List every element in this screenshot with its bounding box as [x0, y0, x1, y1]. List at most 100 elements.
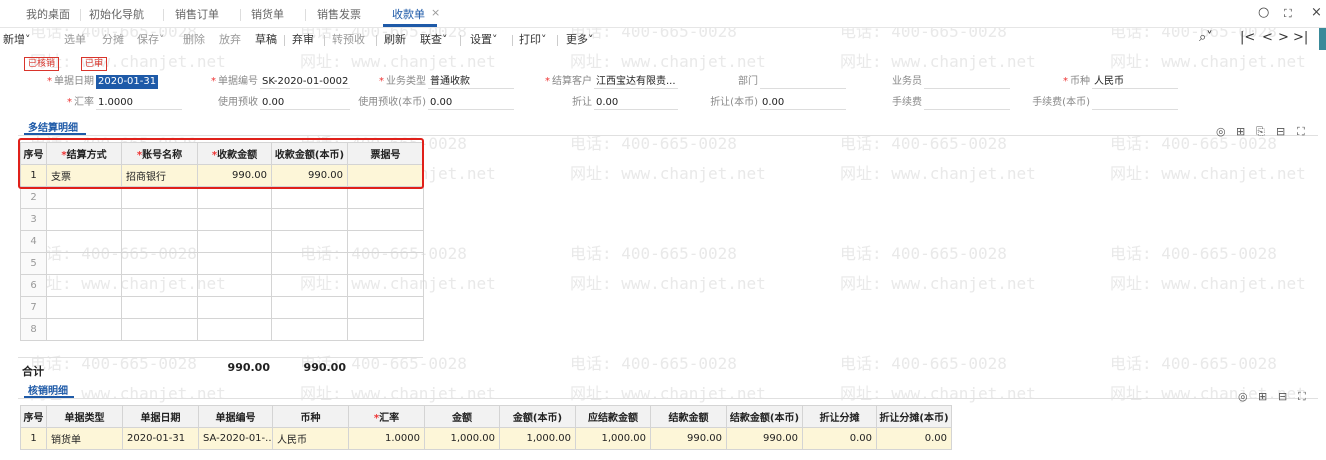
table-row[interactable]: 1 销货单 2020-01-31 SA-2020-01-... 人民币 1.00… — [20, 427, 952, 450]
settings-button[interactable]: 设置˅ — [470, 32, 498, 48]
discard-button[interactable]: 放弃 — [219, 32, 241, 48]
cell[interactable] — [347, 274, 424, 297]
cell[interactable] — [347, 230, 424, 253]
table-row[interactable]: 5 — [20, 252, 424, 275]
cell[interactable] — [197, 252, 272, 275]
cell-settled-local[interactable]: 990.00 — [726, 427, 803, 450]
cell[interactable] — [271, 296, 348, 319]
cell[interactable] — [197, 274, 272, 297]
insert-row-icon[interactable]: ⊞ — [1236, 125, 1245, 138]
cell[interactable] — [347, 318, 424, 341]
cell[interactable] — [197, 208, 272, 231]
cell-doc-no-link[interactable]: SA-2020-01-... — [198, 427, 273, 450]
discount-field[interactable]: 0.00 — [594, 96, 678, 110]
cell[interactable] — [271, 318, 348, 341]
fee-local-field[interactable] — [1092, 96, 1178, 110]
delete-row-icon[interactable]: ⊟ — [1276, 125, 1285, 138]
cell-doc-type[interactable]: 销货单 — [46, 427, 123, 450]
cell[interactable] — [347, 208, 424, 231]
cell[interactable] — [197, 186, 272, 209]
side-panel-handle[interactable] — [1319, 28, 1326, 50]
maximize-icon[interactable]: ⛶ — [1284, 7, 1292, 21]
cell[interactable] — [347, 252, 424, 275]
link-query-button[interactable]: 联查˅ — [420, 32, 448, 48]
last-record-icon[interactable]: >| — [1293, 30, 1308, 45]
discount-local-field[interactable]: 0.00 — [760, 96, 846, 110]
delete-button[interactable]: 删除 — [183, 32, 205, 48]
fullscreen-icon[interactable]: ⛶ — [1297, 125, 1305, 139]
use-advance-field[interactable]: 0.00 — [260, 96, 350, 110]
cell[interactable] — [197, 296, 272, 319]
cell[interactable] — [347, 186, 424, 209]
cell-settled[interactable]: 990.00 — [650, 427, 727, 450]
select-doc-button[interactable]: 选单 — [64, 32, 86, 48]
cell-discount-local[interactable]: 0.00 — [876, 427, 952, 450]
doc-date-field[interactable]: 2020-01-31 — [96, 75, 159, 89]
cell-due[interactable]: 1,000.00 — [575, 427, 651, 450]
customer-field[interactable]: 江西宝达有限责... — [594, 75, 678, 89]
cell[interactable] — [271, 252, 348, 275]
table-row[interactable]: 6 — [20, 274, 424, 297]
more-button[interactable]: 更多˅ — [566, 32, 594, 48]
cell[interactable] — [46, 318, 122, 341]
cell[interactable] — [121, 230, 198, 253]
cell[interactable] — [197, 230, 272, 253]
table-row[interactable]: 2 — [20, 186, 424, 209]
cell[interactable] — [271, 186, 348, 209]
cell[interactable] — [46, 252, 122, 275]
doc-no-field[interactable]: SK-2020-01-0002 — [260, 75, 350, 89]
to-advance-button[interactable]: 转预收 — [332, 32, 365, 48]
cell-currency[interactable]: 人民币 — [272, 427, 349, 450]
tab-sales-invoice[interactable]: 销售发票 — [317, 6, 361, 24]
cell[interactable] — [121, 186, 198, 209]
cell[interactable] — [121, 318, 198, 341]
currency-select[interactable]: 人民币 — [1092, 75, 1178, 89]
cell[interactable] — [271, 230, 348, 253]
cell-discount[interactable]: 0.00 — [802, 427, 877, 450]
cell[interactable] — [46, 230, 122, 253]
tab-desktop[interactable]: 我的桌面 — [26, 6, 70, 24]
use-advance-local-field[interactable]: 0.00 — [428, 96, 514, 110]
cell-amount-local[interactable]: 1,000.00 — [499, 427, 576, 450]
table-row[interactable]: 8 — [20, 318, 424, 341]
table-row[interactable]: 7 — [20, 296, 424, 319]
cell-amount[interactable]: 1,000.00 — [424, 427, 500, 450]
tab-sales-order[interactable]: 销售订单 — [175, 6, 219, 24]
first-record-icon[interactable]: |< — [1240, 30, 1255, 45]
next-record-icon[interactable]: > — [1278, 30, 1289, 45]
copy-row-icon[interactable]: ⎘ — [1256, 125, 1265, 139]
unaudit-button[interactable]: 弃审 — [292, 32, 314, 48]
cell[interactable] — [121, 252, 198, 275]
cell[interactable] — [46, 208, 122, 231]
cell[interactable] — [121, 208, 198, 231]
cell[interactable] — [271, 208, 348, 231]
biz-type-select[interactable]: 普通收款 — [428, 75, 514, 89]
locate-icon[interactable]: ◎ — [1216, 125, 1226, 138]
fullscreen-icon[interactable]: ⛶ — [1298, 390, 1306, 404]
settlement-section-title[interactable]: 多结算明细 — [28, 119, 78, 134]
cell-rate[interactable]: 1.0000 — [348, 427, 425, 450]
tab-init-nav[interactable]: 初始化导航 — [89, 6, 144, 24]
tab-close-icon[interactable]: × — [431, 6, 440, 19]
rate-field[interactable]: 1.0000 — [96, 96, 182, 110]
cell[interactable] — [46, 274, 122, 297]
table-row[interactable]: 3 — [20, 208, 424, 231]
writeoff-section-title[interactable]: 核销明细 — [28, 382, 68, 397]
cell[interactable] — [347, 296, 424, 319]
cell-doc-date[interactable]: 2020-01-31 — [122, 427, 199, 450]
add-button[interactable]: 新增˅ — [3, 32, 31, 48]
save-button[interactable]: 保存˅ — [137, 32, 165, 48]
cell[interactable] — [46, 296, 122, 319]
tab-receipt[interactable]: 收款单 — [392, 6, 425, 24]
refresh-button[interactable]: 刷新 — [384, 32, 406, 48]
print-button[interactable]: 打印˅ — [519, 32, 547, 48]
fee-field[interactable] — [924, 96, 1010, 110]
salesman-field[interactable] — [924, 75, 1010, 89]
table-row[interactable]: 4 — [20, 230, 424, 253]
cell[interactable] — [197, 318, 272, 341]
insert-row-icon[interactable]: ⊞ — [1258, 390, 1267, 403]
cell[interactable] — [121, 296, 198, 319]
split-button[interactable]: 分摊 — [102, 32, 124, 48]
cell[interactable] — [271, 274, 348, 297]
locate-icon[interactable]: ◎ — [1238, 390, 1248, 403]
